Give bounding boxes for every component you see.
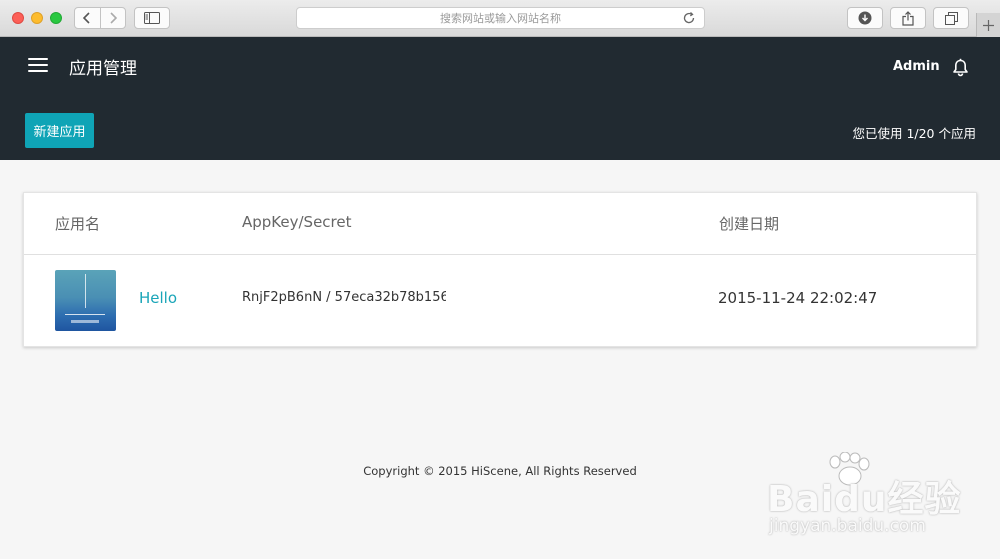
tabs-icon: [944, 11, 958, 25]
forward-button[interactable]: [99, 8, 126, 28]
sidebar-button[interactable]: [134, 7, 170, 29]
download-icon: [858, 11, 872, 25]
zoom-window-button[interactable]: [50, 12, 62, 24]
app-thumbnail[interactable]: [55, 270, 116, 331]
usage-text: 您已使用 1/20 个应用: [852, 126, 976, 141]
address-bar[interactable]: 搜索网站或输入网站名称: [296, 7, 705, 29]
back-icon: [83, 12, 90, 24]
new-tab-button[interactable]: [976, 13, 1000, 37]
minimize-window-button[interactable]: [31, 12, 43, 24]
app-header: 应用管理 Admin 新建应用 您已使用 1/20 个应用: [0, 37, 1000, 160]
new-app-button[interactable]: 新建应用: [25, 113, 94, 148]
show-tabs-button[interactable]: [933, 7, 969, 29]
column-header-date: 创建日期: [719, 215, 780, 233]
share-button[interactable]: [890, 7, 926, 29]
header-divider: [24, 254, 976, 255]
back-button[interactable]: [75, 8, 100, 28]
downloads-button[interactable]: [847, 7, 883, 29]
watermark-site: jingyan.baidu.com: [769, 516, 926, 536]
baidu-watermark: Baidu经验 jingyan.baidu.com: [765, 452, 965, 542]
plus-icon: [983, 19, 994, 31]
column-header-appkey: AppKey/Secret: [242, 213, 352, 231]
history-nav: [74, 7, 126, 29]
share-icon: [902, 10, 914, 26]
app-key-secret: RnjF2pB6nN / 57eca32b78b1564: [242, 290, 446, 305]
bell-icon[interactable]: [951, 58, 970, 77]
close-window-button[interactable]: [12, 12, 24, 24]
page-title: 应用管理: [69, 59, 137, 79]
app-created-date: 2015-11-24 22:02:47: [718, 289, 878, 307]
watermark-logo: Baidu经验: [767, 479, 962, 520]
address-placeholder: 搜索网站或输入网站名称: [440, 12, 561, 25]
column-header-name: 应用名: [55, 215, 101, 233]
browser-toolbar: 搜索网站或输入网站名称: [0, 0, 1000, 37]
reload-icon[interactable]: [682, 11, 696, 25]
forward-icon: [110, 12, 117, 24]
user-menu[interactable]: Admin: [893, 59, 940, 74]
apps-table: 应用名 AppKey/Secret 创建日期 Hello RnjF2pB6nN …: [23, 192, 977, 347]
sidebar-icon: [144, 12, 160, 24]
menu-icon[interactable]: [28, 58, 48, 74]
app-name-link[interactable]: Hello: [139, 289, 177, 307]
